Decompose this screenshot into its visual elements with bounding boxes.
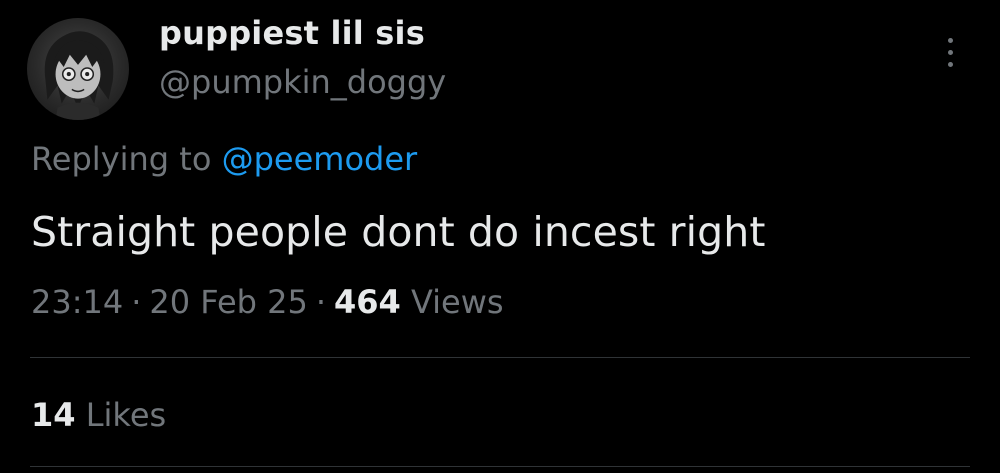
- tweet-meta: 23:14 · 20 Feb 25 · 464 Views: [31, 283, 504, 321]
- author-display-name[interactable]: puppiest lil sis: [159, 14, 425, 52]
- replying-to-label: Replying to: [31, 140, 212, 178]
- likes-label: Likes: [85, 396, 167, 434]
- more-vertical-icon-dot: [947, 49, 953, 55]
- tweet-date[interactable]: 20 Feb 25: [149, 283, 307, 321]
- views-count: 464: [334, 283, 401, 321]
- author-avatar[interactable]: [27, 18, 129, 120]
- author-handle[interactable]: @pumpkin_doggy: [159, 63, 446, 101]
- likes-link[interactable]: 14 Likes: [31, 396, 166, 434]
- tweet-time[interactable]: 23:14: [31, 283, 123, 321]
- views-label: Views: [410, 283, 504, 321]
- meta-separator: ·: [131, 283, 142, 321]
- more-options-button[interactable]: [932, 32, 968, 72]
- divider: [30, 357, 970, 358]
- tweet-text: Straight people dont do incest right: [31, 208, 766, 256]
- more-vertical-icon: [947, 37, 953, 43]
- avatar-image: [44, 31, 114, 120]
- more-vertical-icon-dot: [947, 61, 953, 67]
- replying-to-line: Replying to @peemoder: [31, 140, 417, 178]
- meta-separator: ·: [315, 283, 326, 321]
- likes-count: 14: [31, 396, 76, 434]
- divider: [30, 466, 970, 467]
- reply-mention-link[interactable]: @peemoder: [222, 140, 418, 178]
